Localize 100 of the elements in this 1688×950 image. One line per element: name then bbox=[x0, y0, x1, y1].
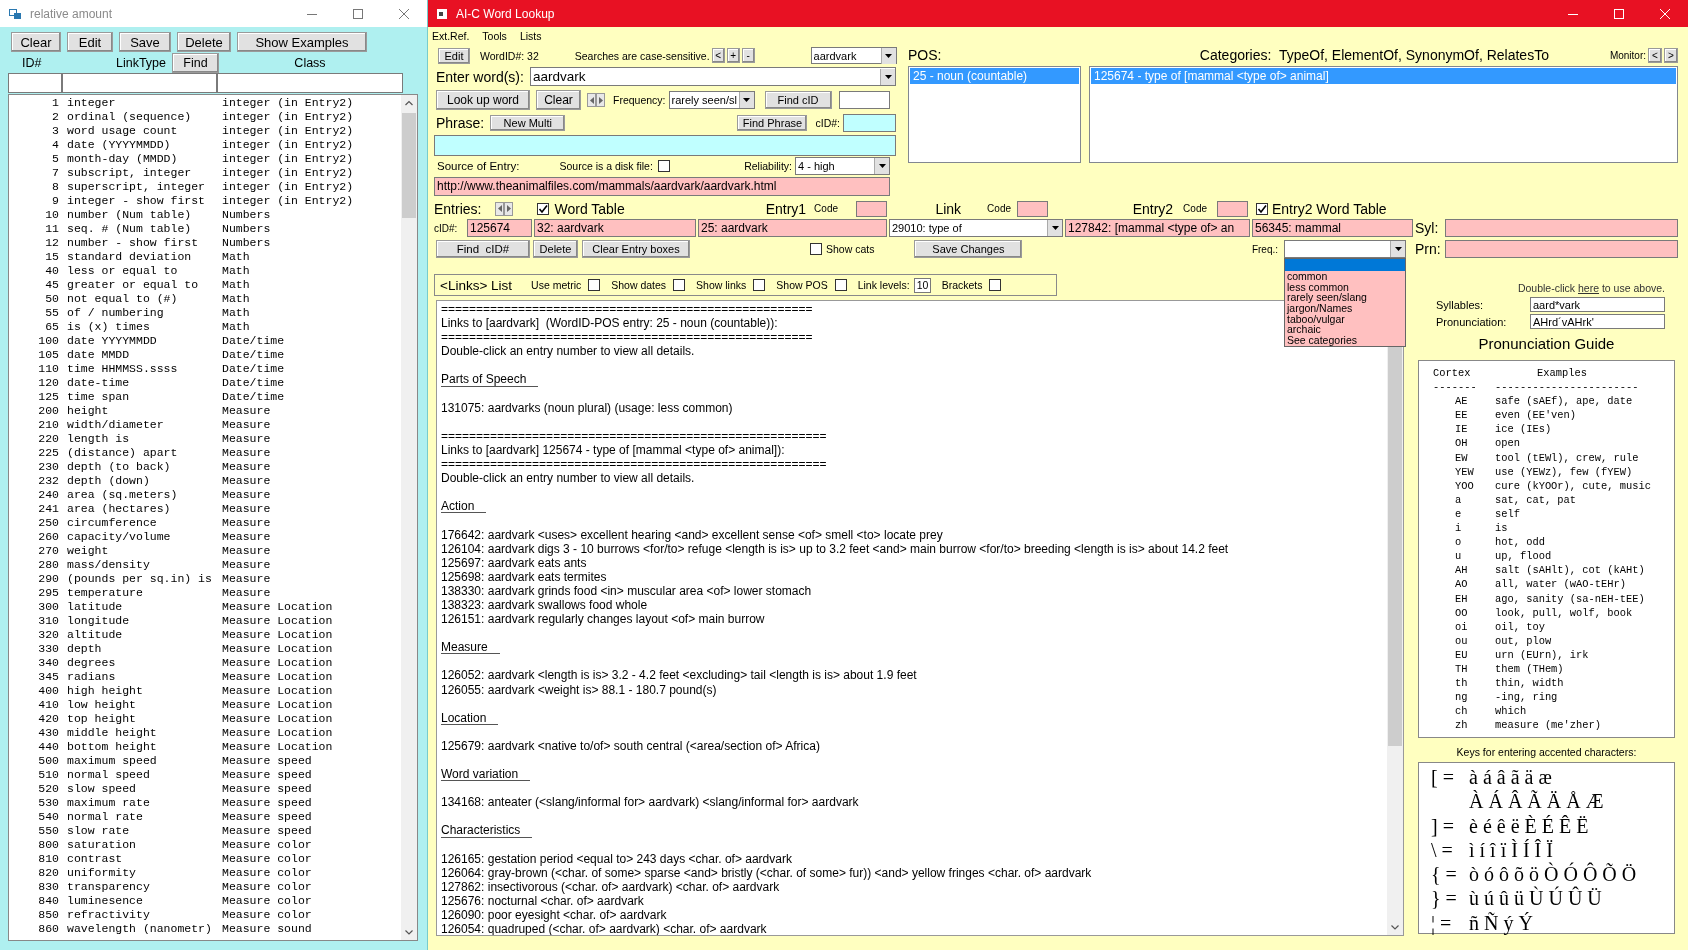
freq-label: Freq.: bbox=[1251, 243, 1278, 255]
monitor-button[interactable]: > bbox=[1664, 47, 1678, 63]
pos-label: POS: bbox=[908, 47, 942, 63]
link-type-cell-text: depth bbox=[67, 642, 103, 656]
dropdown-option[interactable]: jargon/Names bbox=[1285, 303, 1405, 314]
class-cell-text: integer (in Entry2) bbox=[222, 194, 355, 208]
class-cell-text: Measure Location bbox=[222, 642, 334, 656]
edit-button[interactable]: Edit bbox=[438, 47, 470, 64]
id-cell-text: 820 bbox=[37, 866, 59, 880]
id-cell-text: 295 bbox=[37, 586, 59, 600]
new-multi-button[interactable]: New Multi bbox=[490, 115, 566, 131]
dropdown-option[interactable]: See categories bbox=[1285, 335, 1405, 346]
dropdown-option[interactable]: common bbox=[1285, 271, 1405, 282]
cortex-cell-text: zh bbox=[1454, 718, 1469, 733]
example-cell-text: cure (kYOOr), cute, music bbox=[1495, 478, 1652, 493]
class-cell-text: Measure bbox=[222, 432, 272, 446]
syllables-field[interactable]: aard*vark bbox=[1530, 297, 1665, 312]
cortex-cell-text: EW bbox=[1454, 450, 1469, 465]
entry-field[interactable]: 56345: mammal bbox=[1252, 219, 1413, 237]
cortex-cell-text: EU bbox=[1454, 647, 1469, 662]
class-cell-text: Measure bbox=[222, 446, 272, 460]
cortex-cell-text: OO bbox=[1454, 605, 1469, 620]
save-changes-button[interactable]: Save Changes bbox=[914, 240, 1023, 258]
toolbar-button[interactable]: Show Examples bbox=[237, 32, 367, 52]
find-cid-button[interactable]: Find cID bbox=[764, 91, 832, 109]
id-cell-text: 840 bbox=[37, 894, 59, 908]
dropdown-option[interactable]: less common bbox=[1285, 281, 1405, 293]
frequency-combo[interactable]: rarely seen/sl bbox=[668, 91, 755, 109]
entry-field[interactable]: 127842: [mammal <type of> an bbox=[1065, 219, 1250, 237]
example-cell-text: open bbox=[1495, 436, 1521, 451]
link-type-cell-text: date-time bbox=[67, 376, 131, 390]
link-type-cell-text: middle height bbox=[67, 726, 158, 740]
link-type-cell-text: mass/density bbox=[67, 558, 151, 572]
dropdown-option[interactable]: rarely seen/slang bbox=[1285, 292, 1405, 304]
toolbar-button[interactable]: Clear bbox=[11, 32, 61, 52]
toolbar-button[interactable]: Save bbox=[119, 32, 171, 52]
id-cell-text: 125 bbox=[37, 390, 59, 404]
link-entry: 125697: aardvark eats ants bbox=[441, 555, 587, 570]
section-heading: Characteristics bbox=[441, 823, 533, 838]
id-cell-text: 11 bbox=[44, 222, 59, 236]
checkbox-label: Word Table bbox=[554, 200, 625, 217]
pronunciation-guide-title: Pronunciation Guide bbox=[1477, 335, 1616, 354]
entries-label: Entries: bbox=[434, 200, 482, 217]
dropdown-option[interactable]: archaic bbox=[1285, 324, 1405, 336]
reliability-combo[interactable]: 4 - high bbox=[795, 157, 890, 175]
monitor-button[interactable]: < bbox=[1648, 47, 1662, 63]
cid-field[interactable]: 125674 bbox=[467, 219, 532, 237]
look-up-word-button[interactable]: Look up word bbox=[436, 90, 530, 110]
link-type-cell-text: circumference bbox=[67, 516, 158, 530]
link-entry: 126151: aardvark regularly changes layout <of> main burrow bbox=[441, 612, 765, 627]
here-link[interactable]: here bbox=[1578, 282, 1600, 294]
class-cell-text: Measure Location bbox=[222, 656, 334, 670]
pronunciation-field[interactable]: AHrd´vAHrk' bbox=[1530, 314, 1665, 329]
entry-field[interactable]: 25: aardvark bbox=[698, 219, 887, 237]
clear-button[interactable]: Clear bbox=[536, 90, 581, 110]
link-entry: 125676: nocturnal <char. of> aardvark bbox=[441, 893, 644, 909]
link-entry: 126104: aardvark digs 3 - 10 burrows <for/to> refuge <length is is> up to 3.2 feet <and> main burrow <for/to> breeding <length is is> about 14.2 feet bbox=[441, 541, 1229, 556]
nav-button[interactable]: + bbox=[726, 48, 740, 63]
toolbar-button[interactable]: Edit bbox=[67, 32, 113, 52]
link-type-cell-text: longitude bbox=[67, 614, 131, 628]
link-levels-field[interactable]: 10 bbox=[913, 277, 931, 293]
id-cell-text: 550 bbox=[37, 824, 59, 838]
id-cell-text: 260 bbox=[37, 530, 59, 544]
word-entry-combo[interactable]: aardvark bbox=[529, 67, 896, 86]
cortex-cell-text: i bbox=[1454, 521, 1463, 536]
clear-entry-boxes-button[interactable]: Clear Entry boxes bbox=[582, 240, 690, 258]
nav-button[interactable]: < bbox=[711, 48, 725, 63]
cortex-cell-text: OH bbox=[1454, 436, 1469, 451]
accent-key: } = bbox=[1431, 886, 1469, 911]
cortex-cell-text: u bbox=[1454, 549, 1463, 564]
cortex-cell-text: ou bbox=[1454, 633, 1469, 648]
window-title: AI-C Word Lookup bbox=[456, 6, 555, 21]
menu-item[interactable]: Lists bbox=[519, 29, 542, 42]
cortex-cell-text: EH bbox=[1454, 591, 1469, 606]
word-combo[interactable]: aardvark bbox=[810, 47, 897, 64]
link-combo[interactable]: 29010: type of bbox=[889, 219, 1063, 237]
example-cell-text: tool (tEWl), crew, rule bbox=[1495, 450, 1640, 465]
find-phrase-button[interactable]: Find Phrase bbox=[737, 115, 808, 131]
link-entry: 125679: aardvark <native to/of> south central (<area/section of> Africa) bbox=[441, 738, 820, 753]
entry-field[interactable]: 32: aardvark bbox=[534, 219, 696, 237]
example-cell-text: use (YEWz), few (fYEW) bbox=[1495, 464, 1634, 479]
menu-item[interactable]: Ext.Ref. bbox=[432, 29, 470, 42]
link-type-cell-text: ordinal (sequence) bbox=[67, 110, 193, 124]
find-button[interactable]: Find bbox=[172, 53, 219, 73]
menu-item[interactable]: Tools bbox=[482, 29, 507, 42]
links-heading: Links to [aardvark] 125674 - type of [mammal <type of> animal]): bbox=[441, 442, 785, 458]
find-cid-button[interactable]: Find cID# bbox=[436, 240, 530, 258]
class-cell-text: integer (in Entry2) bbox=[222, 138, 355, 152]
class-cell-text: Measure bbox=[222, 530, 272, 544]
source-url-field[interactable]: http://www.theanimalfiles.com/mammals/aardvark/aardvark.html bbox=[434, 176, 890, 196]
delete-button[interactable]: Delete bbox=[533, 240, 578, 258]
link-type-cell-text: slow speed bbox=[67, 782, 137, 796]
accented-characters: ñ Ñ ý Ý bbox=[1469, 910, 1534, 936]
nav-button[interactable]: - bbox=[741, 48, 755, 63]
dropdown-option[interactable]: taboo/vulgar bbox=[1285, 313, 1405, 325]
class-cell-text: Measure bbox=[222, 474, 272, 488]
toolbar-button[interactable]: Delete bbox=[177, 32, 231, 52]
id-cell-text: 12 bbox=[44, 236, 59, 250]
id-cell-text: 345 bbox=[37, 670, 59, 684]
link-entry: 126090: poor eyesight <char. of> aardvark bbox=[441, 908, 667, 923]
